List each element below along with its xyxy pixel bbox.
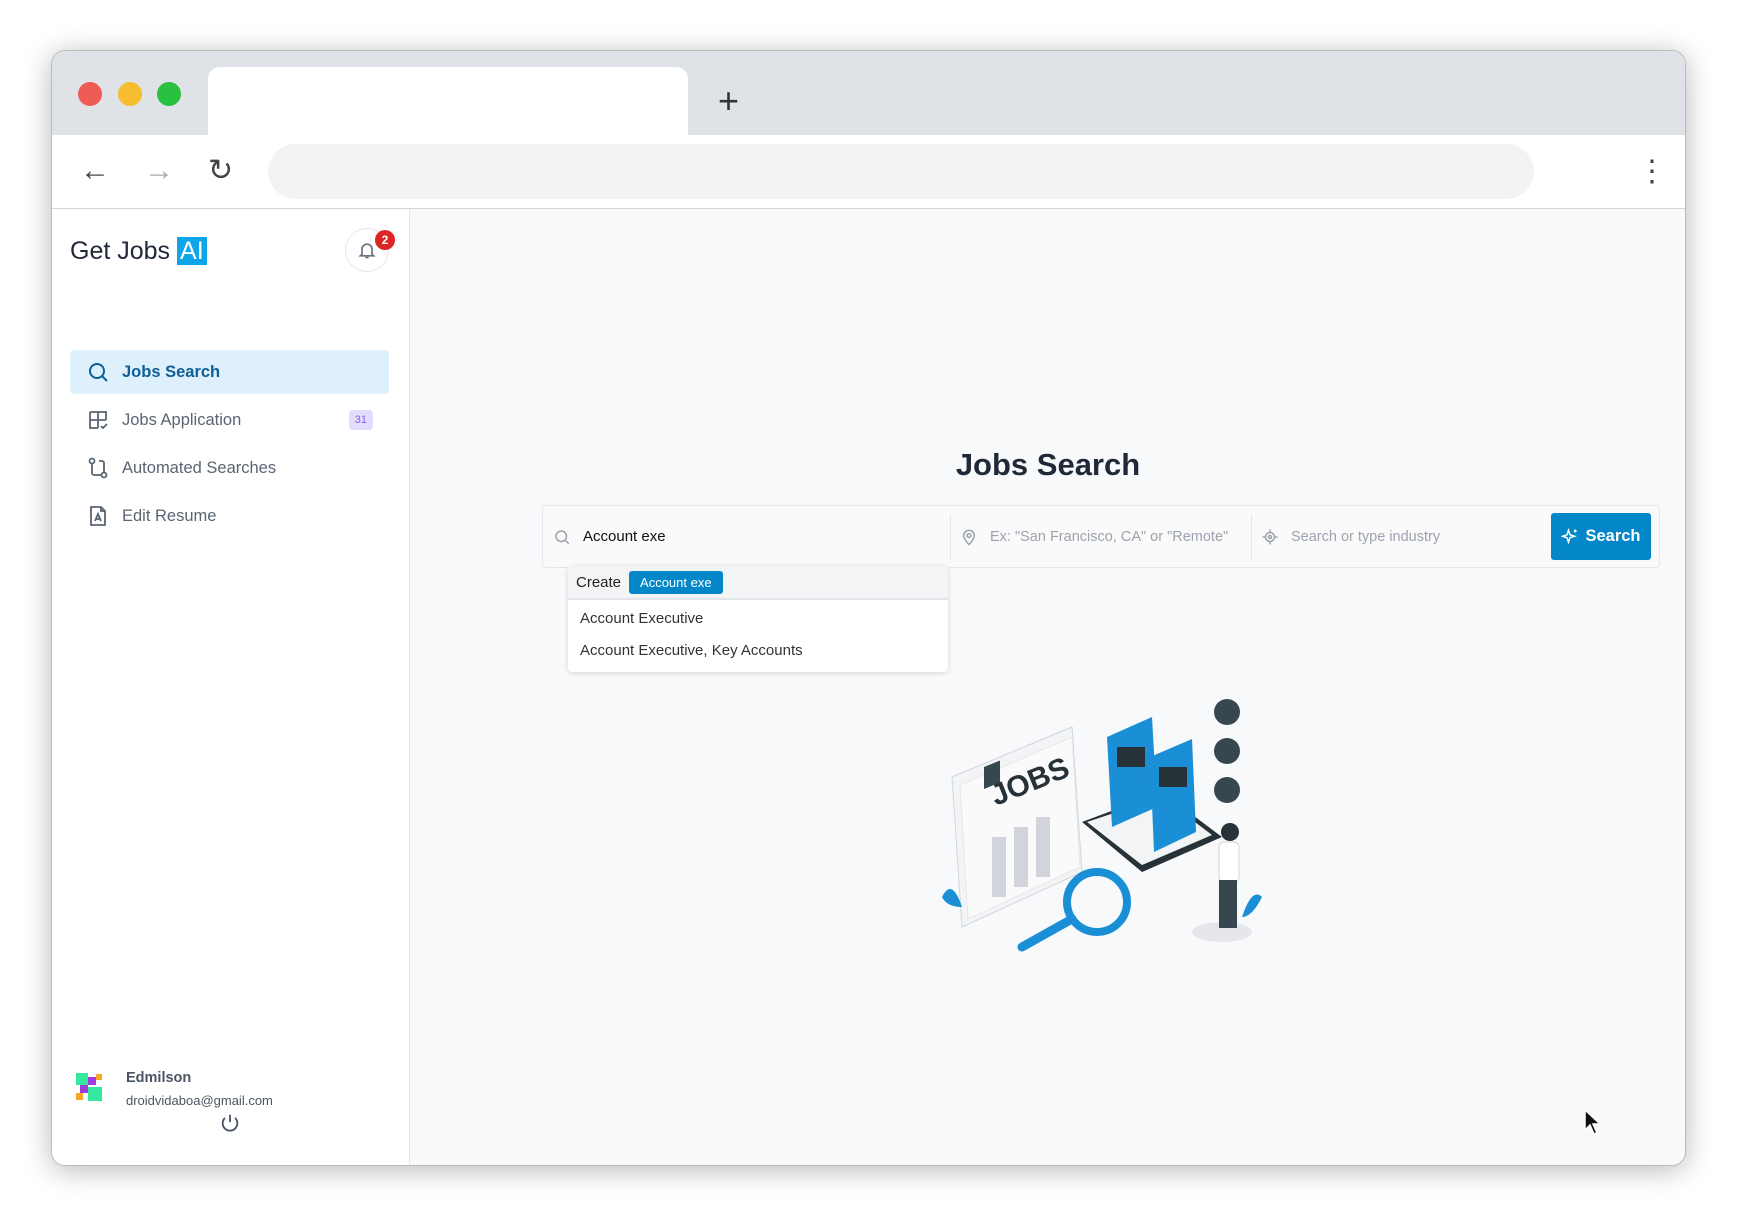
industry-input[interactable]: Search or type industry [1291, 529, 1440, 545]
industry-field[interactable]: Search or type industry [1261, 506, 1541, 567]
maximize-window-button[interactable] [157, 82, 181, 106]
new-tab-button[interactable]: + [718, 81, 739, 121]
close-window-button[interactable] [78, 82, 102, 106]
forward-icon[interactable]: → [144, 155, 174, 187]
sidebar-item-automated-searches[interactable]: Automated Searches [70, 446, 389, 490]
location-input[interactable]: Ex: "San Francisco, CA" or "Remote" [990, 529, 1228, 545]
user-email: droidvidaboa@gmail.com [126, 1093, 273, 1108]
divider [950, 514, 951, 560]
create-value-chip: Account exe [629, 570, 723, 594]
bell-icon [358, 243, 376, 259]
page-title: Jobs Search [955, 447, 1141, 482]
browser-window: + ← → ↻ ⋮ Get Jobs AI 2 Jobs Search Jobs… [51, 50, 1686, 1166]
search-button[interactable]: Search [1551, 513, 1651, 560]
user-name: Edmilson [126, 1070, 192, 1086]
suggestion-item[interactable]: Account Executive [568, 602, 948, 634]
sidebar: Get Jobs AI 2 Jobs Search Jobs Applicati… [52, 209, 410, 1165]
job-title-field[interactable]: Account exe [553, 506, 943, 567]
create-option[interactable]: Create Account exe [568, 566, 948, 600]
back-icon[interactable]: ← [80, 155, 110, 187]
main-content: Jobs Search Account exe Ex: "San Francis… [411, 209, 1685, 1165]
minimize-window-button[interactable] [118, 82, 142, 106]
divider [1251, 514, 1252, 560]
address-bar[interactable] [268, 144, 1534, 199]
browser-toolbar: ← → ↻ ⋮ [52, 135, 1685, 209]
location-field[interactable]: Ex: "San Francisco, CA" or "Remote" [960, 506, 1250, 567]
applications-count-badge: 31 [348, 410, 373, 430]
sidebar-item-jobs-application[interactable]: Jobs Application 31 [70, 398, 389, 442]
logo: Get Jobs AI [70, 237, 207, 266]
suggestion-item[interactable]: Account Executive, Key Accounts [568, 634, 948, 666]
workflow-icon [88, 457, 108, 479]
avatar [76, 1073, 102, 1101]
location-pin-icon [962, 529, 976, 546]
mouse-cursor [1584, 1109, 1602, 1135]
search-icon [555, 529, 570, 544]
grid-check-icon [89, 411, 108, 430]
target-icon [1262, 529, 1278, 544]
job-title-input[interactable]: Account exe [583, 528, 666, 545]
suggestions-dropdown: Create Account exe Account Executive Acco… [568, 566, 948, 672]
browser-tab[interactable] [208, 67, 688, 137]
more-menu-icon[interactable]: ⋮ [1637, 153, 1667, 191]
power-icon[interactable] [219, 1112, 241, 1134]
sparkle-icon [1561, 527, 1578, 545]
sidebar-item-edit-resume[interactable]: Edit Resume [70, 494, 389, 538]
reload-icon[interactable]: ↻ [208, 155, 233, 187]
tab-bar: + [52, 51, 1685, 137]
resume-icon [90, 506, 106, 526]
user-panel: Edmilson droidvidaboa@gmail.com [52, 1055, 410, 1165]
search-bar: Account exe Ex: "San Francisco, CA" or "… [542, 505, 1660, 568]
notification-count-badge: 2 [375, 230, 395, 250]
sidebar-item-jobs-search[interactable]: Jobs Search [70, 350, 389, 394]
search-icon [89, 363, 108, 382]
jobs-illustration: JOBS [942, 699, 1262, 952]
